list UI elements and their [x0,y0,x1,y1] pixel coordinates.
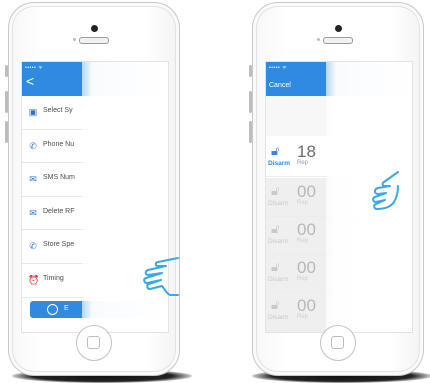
entry-number: 00 [297,258,316,277]
home-button-icon [331,336,344,349]
mute-switch [5,65,8,77]
volume-up-button [249,91,252,113]
home-button-icon [87,336,100,349]
volume-down-button [249,121,252,143]
home-button[interactable] [320,325,356,361]
list-item-label: Store Spe [43,241,75,249]
list-item-label: Phone Nu [43,140,75,148]
bottom-action-label: E [64,305,69,312]
lock-icon: 🔓︎ [271,259,280,274]
phone-left: ••••• ᯤ < ▣ Select Sy ✆ Phone Nu ✉ SMS N… [5,2,180,376]
entry-number: 00 [297,296,316,315]
earpiece-speaker [323,37,353,44]
delete-rf-icon: ✉ [29,207,37,218]
status-bar: ••••• ᯤ [25,65,44,71]
volume-up-button [5,91,8,113]
list-item-label: Timing [43,274,64,282]
cancel-button[interactable]: Cancel [269,82,291,89]
entry-sub: Rep [297,314,309,320]
volume-down-button [5,121,8,143]
power-icon [47,304,58,315]
proximity-sensor [317,38,320,41]
pointing-hand-icon [372,171,399,210]
phone-icon: ✆ [29,140,37,151]
sms-icon: ✉ [29,174,37,185]
lock-icon: 🔓︎ [271,221,280,236]
entry-label: Disarm [268,314,289,321]
proximity-sensor [73,38,76,41]
entry-number: 00 [297,182,316,201]
status-bar: ••••• ᯤ [269,65,288,71]
entry-label: Disarm [268,238,289,245]
pointing-hand-icon [143,257,179,296]
earpiece-speaker [79,37,109,44]
mute-switch [249,65,252,77]
entry-label: Disarm [268,276,289,283]
list-item-label: SMS Num [43,174,75,182]
lock-icon: 🔓︎ [271,297,280,312]
entry-label: Disarm [268,200,289,207]
entry-sub: Rep [297,200,309,206]
lock-icon: 🔓︎ [271,143,280,158]
entry-sub: Rep [297,160,309,166]
entry-number: 00 [297,220,316,239]
list-item-label: Select Sy [43,107,73,114]
home-button[interactable] [76,325,112,361]
entry-sub: Rep [297,276,309,282]
list-item-label: Delete RF [43,207,75,215]
front-camera [90,25,98,32]
entry-number: 18 [297,142,316,161]
sim-card-icon: ▣ [28,107,38,117]
back-button[interactable]: < [26,74,34,88]
timing-icon: ⏰ [28,274,40,285]
entry-label: Disarm [268,160,291,167]
entry-sub: Rep [297,238,309,244]
lock-icon: 🔓︎ [271,183,280,198]
store-icon: ✆ [29,241,37,252]
front-camera [334,25,342,32]
